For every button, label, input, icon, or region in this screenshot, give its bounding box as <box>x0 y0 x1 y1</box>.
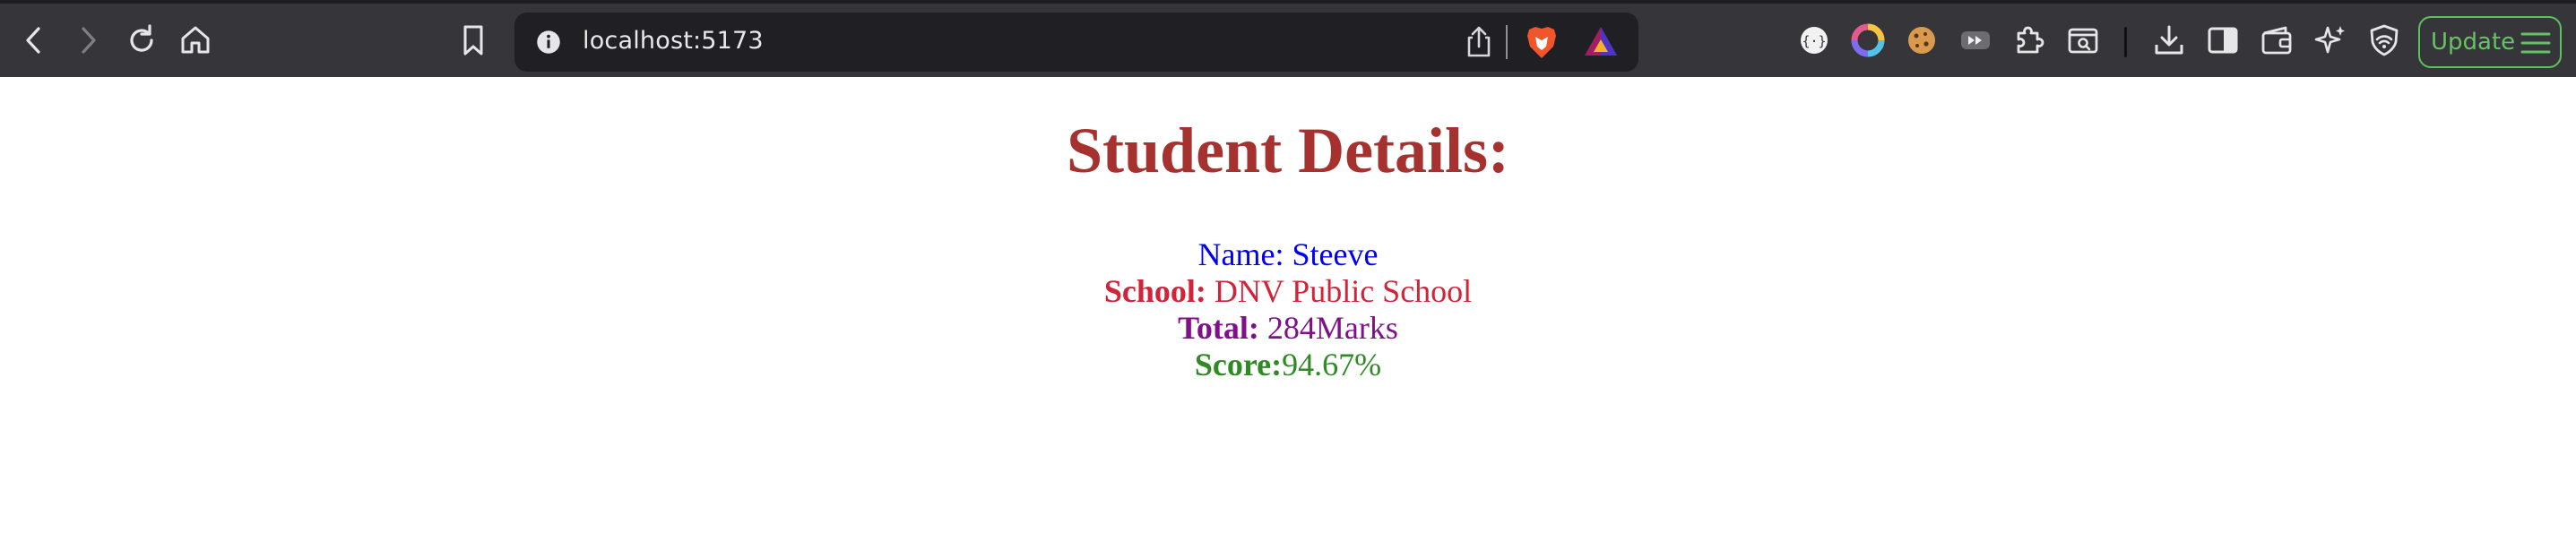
browser-toolbar: localhost:5173 {·} Update <box>0 0 2576 77</box>
update-button[interactable]: Update <box>2418 16 2562 68</box>
student-details: Name: Steeve School: DNV Public School T… <box>0 236 2576 383</box>
leo-ai-button[interactable] <box>2309 19 2352 62</box>
media-forward-icon <box>1961 31 1990 49</box>
wallet-icon <box>2261 26 2292 55</box>
vpn-shield-icon <box>2370 24 2399 56</box>
brave-shields-button[interactable] <box>1522 22 1561 62</box>
score-value: 94.67% <box>1282 347 1382 382</box>
share-icon <box>1467 26 1491 57</box>
score-label: Score: <box>1194 347 1283 382</box>
page-title: Student Details: <box>1066 115 1509 186</box>
menu-icon <box>2520 32 2551 54</box>
school-value: DNV Public School <box>1206 273 1473 309</box>
address-bar[interactable]: localhost:5173 <box>514 13 1638 72</box>
home-button[interactable] <box>174 19 217 62</box>
sidebar-icon <box>2208 27 2238 54</box>
color-picker-extension[interactable] <box>1846 19 1889 62</box>
brave-lion-icon <box>1527 27 1556 58</box>
home-icon <box>181 26 210 54</box>
school-label: School: <box>1103 273 1206 309</box>
downloads-button[interactable] <box>2148 19 2191 62</box>
puzzle-icon <box>2017 26 2044 54</box>
reload-button[interactable] <box>120 19 163 62</box>
reader-mode-button[interactable] <box>2062 19 2105 62</box>
page-content: Student Details: Name: Steeve School: DN… <box>0 77 2576 541</box>
total-row: Total: 284Marks <box>0 310 2576 347</box>
color-picker-icon <box>1851 23 1885 57</box>
name-value: Steeve <box>1284 236 1379 272</box>
rewards-triangle-icon <box>1585 27 1617 56</box>
name-row: Name: Steeve <box>0 236 2576 273</box>
svg-text:{·}: {·} <box>1802 33 1826 49</box>
download-icon <box>2155 25 2183 55</box>
cookie-icon <box>1908 27 1935 54</box>
leo-ai-icon <box>2314 26 2345 54</box>
toolbar-divider <box>2124 27 2127 57</box>
forward-button[interactable] <box>66 19 109 62</box>
url-text[interactable]: localhost:5173 <box>583 27 764 55</box>
brave-rewards-button[interactable] <box>1581 23 1621 61</box>
info-circle-icon <box>537 30 560 54</box>
cookie-extension[interactable] <box>1900 19 1943 62</box>
update-label: Update <box>2431 29 2516 56</box>
bookmark-button[interactable] <box>452 19 495 62</box>
wallet-button[interactable] <box>2255 19 2298 62</box>
back-button[interactable] <box>13 19 56 62</box>
site-info-button[interactable] <box>529 22 568 62</box>
score-row: Score:94.67% <box>0 347 2576 383</box>
share-button[interactable] <box>1461 24 1497 60</box>
name-label: Name: <box>1197 236 1284 272</box>
json-viewer-icon: {·} <box>1801 27 1828 54</box>
json-viewer-extension[interactable]: {·} <box>1793 19 1836 62</box>
school-row: School: DNV Public School <box>0 273 2576 310</box>
extensions-button[interactable] <box>2008 19 2051 62</box>
chevron-right-icon <box>82 27 96 54</box>
reader-icon <box>2068 28 2098 54</box>
total-label: Total: <box>1178 310 1259 346</box>
total-value: 284Marks <box>1258 310 1398 346</box>
reload-icon <box>130 24 153 52</box>
sidebar-button[interactable] <box>2201 19 2244 62</box>
bookmark-icon <box>463 25 483 56</box>
omnibox-divider <box>1506 25 1508 59</box>
chevron-left-icon <box>26 27 40 54</box>
media-extension[interactable] <box>1954 19 1997 62</box>
vpn-button[interactable] <box>2363 19 2406 62</box>
